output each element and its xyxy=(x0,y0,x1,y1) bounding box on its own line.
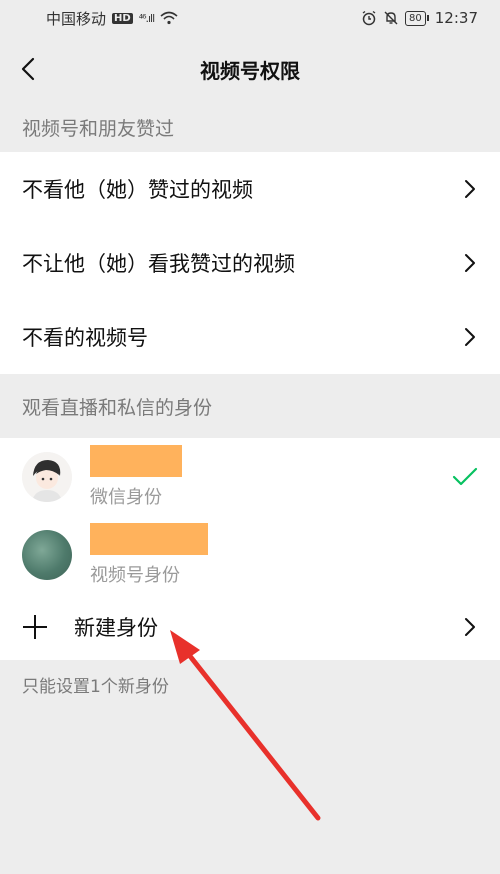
hd-badge: HD xyxy=(112,12,133,24)
chevron-right-icon xyxy=(464,327,478,347)
wifi-icon xyxy=(160,11,178,25)
battery-icon: 80 xyxy=(405,10,429,26)
new-identity-button[interactable]: 新建身份 xyxy=(0,594,500,660)
identity-wechat[interactable]: 微信身份 xyxy=(0,438,500,516)
alarm-icon xyxy=(362,10,376,26)
plus-icon xyxy=(22,614,48,640)
identity-subtitle: 视频号身份 xyxy=(90,565,180,586)
row-label: 不让他（她）看我赞过的视频 xyxy=(22,252,295,276)
status-bar: 中国移动 HD ⁴⁶.ıll 80 12:37 xyxy=(0,0,500,36)
identity-subtitle: 微信身份 xyxy=(90,487,162,508)
chevron-right-icon xyxy=(464,253,478,273)
likes-settings-group: 不看他（她）赞过的视频 不让他（她）看我赞过的视频 不看的视频号 xyxy=(0,152,500,374)
redacted-name xyxy=(90,523,208,555)
chevron-left-icon xyxy=(21,57,35,81)
chevron-right-icon xyxy=(464,179,478,199)
section-header-likes: 视频号和朋友赞过 xyxy=(22,117,175,140)
battery-level: 80 xyxy=(405,10,426,26)
signal-icon: ⁴⁶.ıll xyxy=(138,11,156,25)
row-label: 不看的视频号 xyxy=(22,326,148,350)
mute-bell-icon xyxy=(384,11,398,25)
clock: 12:37 xyxy=(434,9,478,27)
chevron-right-icon xyxy=(464,617,478,637)
new-identity-label: 新建身份 xyxy=(74,616,158,640)
carrier-label: 中国移动 xyxy=(46,9,107,28)
checkmark-icon xyxy=(452,467,478,486)
row-blocked-channels[interactable]: 不看的视频号 xyxy=(0,300,500,374)
row-hide-their-liked-videos[interactable]: 不看他（她）赞过的视频 xyxy=(0,152,500,226)
identity-channels[interactable]: 视频号身份 xyxy=(0,516,500,594)
row-hide-my-liked-videos[interactable]: 不让他（她）看我赞过的视频 xyxy=(0,226,500,300)
page-title: 视频号权限 xyxy=(200,58,300,83)
avatar xyxy=(22,530,72,580)
identity-group: 微信身份 视频号身份 新建身份 xyxy=(0,438,500,660)
navigation-bar: 视频号权限 xyxy=(0,36,500,102)
section-header-identity: 观看直播和私信的身份 xyxy=(22,396,213,419)
row-label: 不看他（她）赞过的视频 xyxy=(22,178,253,202)
back-button[interactable] xyxy=(14,55,42,83)
identity-footnote: 只能设置1个新身份 xyxy=(22,677,169,697)
avatar xyxy=(22,452,72,502)
redacted-name xyxy=(90,445,182,477)
